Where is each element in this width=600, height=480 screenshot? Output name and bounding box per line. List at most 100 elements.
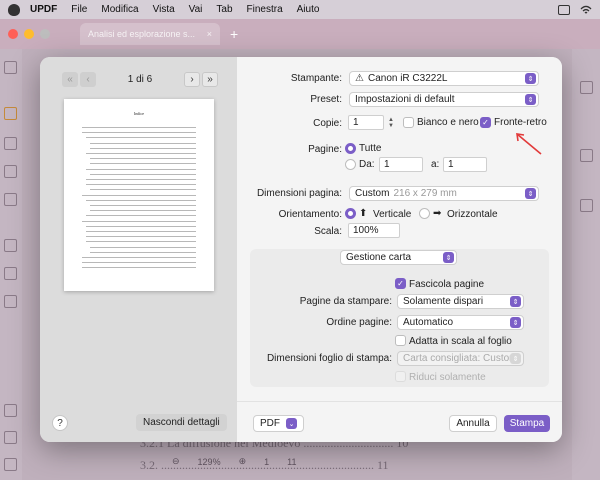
form-icon[interactable] (4, 165, 17, 178)
scale-to-fit-checkbox[interactable] (395, 335, 406, 346)
menu-edit[interactable]: Modifica (101, 4, 138, 15)
layers-icon[interactable] (4, 404, 17, 417)
dest-paper-value: Carta consigliata: Custom (403, 353, 518, 364)
edit-icon[interactable] (4, 137, 17, 150)
protect-icon[interactable] (4, 267, 17, 280)
pages-to-field[interactable]: 1 (443, 157, 487, 172)
preview-pane: « ‹ 1 di 6 › » Indice ? Nascondi dettagl… (40, 57, 237, 442)
help-button[interactable]: ? (52, 415, 68, 431)
menu-help[interactable]: Aiuto (297, 4, 320, 15)
ocr-icon[interactable] (580, 149, 593, 162)
battery-icon[interactable] (558, 4, 570, 15)
menu-view[interactable]: Vista (153, 4, 175, 15)
comment-icon[interactable] (4, 107, 17, 120)
menu-bar: UPDF File Modifica Vista Vai Tab Finestr… (0, 0, 600, 19)
reader-icon[interactable] (4, 61, 17, 74)
organize-icon[interactable] (4, 295, 17, 308)
chevron-updown-icon: ⇕ (525, 94, 536, 105)
new-tab-icon[interactable]: + (230, 26, 238, 42)
landscape-radio[interactable] (419, 208, 430, 219)
pdf-menu-button[interactable]: PDF ⌄ (253, 415, 304, 432)
portrait-icon: ⬆ (359, 208, 368, 219)
bw-checkbox[interactable] (403, 117, 414, 128)
duplex-label: Fronte-retro (494, 117, 547, 128)
search-icon[interactable] (580, 81, 593, 94)
preset-select[interactable]: Impostazioni di default ⇕ (349, 92, 539, 107)
section-select[interactable]: Gestione carta ⇕ (340, 250, 457, 265)
zoom-level[interactable]: 129% (198, 457, 221, 467)
menu-go[interactable]: Vai (189, 4, 203, 15)
page-indicator: 1 di 6 (127, 73, 153, 85)
toc-line (86, 168, 196, 170)
collate-label: Fascicola pagine (409, 279, 485, 290)
chevron-updown-icon: ⇕ (510, 296, 521, 307)
zoom-in-icon[interactable]: ⊕ (239, 456, 247, 467)
pages-icon[interactable] (4, 193, 17, 206)
toc-line (90, 246, 196, 248)
pages-all-radio[interactable] (345, 143, 356, 154)
first-page-button[interactable]: « (62, 71, 78, 87)
current-page[interactable]: 1 (264, 457, 269, 467)
toc-line (90, 163, 196, 165)
pages-from-label: Da: (359, 159, 375, 170)
close-tab-icon[interactable]: × (207, 29, 212, 39)
attachment-icon[interactable] (4, 458, 17, 471)
document-tab[interactable]: Analisi ed esplorazione s... × (80, 23, 220, 45)
portrait-radio[interactable] (345, 208, 356, 219)
printer-select[interactable]: ⚠ Canon iR C3222L ⇕ (349, 71, 539, 86)
zoom-window-button[interactable] (40, 29, 50, 39)
paper-size-select[interactable]: Custom 216 x 279 mm ⇕ (349, 186, 539, 201)
convert-icon[interactable] (4, 239, 17, 252)
toc-line (82, 194, 196, 196)
dest-paper-select[interactable]: Carta consigliata: Custom ⇕ (397, 351, 524, 366)
pages-label: Pagine: (308, 144, 342, 155)
toc-line (82, 267, 196, 269)
window-titlebar: Analisi ed esplorazione s... × + (0, 19, 600, 49)
scale-field[interactable]: 100% (348, 223, 400, 238)
toc-line (86, 225, 196, 227)
bookmark-icon[interactable] (4, 431, 17, 444)
toc-line (82, 220, 196, 222)
paper-size-dims: 216 x 279 mm (393, 188, 457, 199)
next-page-button[interactable]: › (184, 71, 200, 87)
pages-from-field[interactable]: 1 (379, 157, 423, 172)
settings-pane: Stampante: ⚠ Canon iR C3222L ⇕ Preset: I… (237, 57, 562, 442)
reduce-only-checkbox[interactable] (395, 371, 406, 382)
hide-details-button[interactable]: Nascondi dettagli (136, 414, 227, 431)
menu-tab[interactable]: Tab (216, 4, 232, 15)
print-button[interactable]: Stampa (504, 415, 550, 432)
chevron-updown-icon: ⇕ (525, 73, 536, 84)
collate-checkbox[interactable]: ✓ (395, 278, 406, 289)
zoom-out-icon[interactable]: ⊖ (172, 456, 180, 467)
pages-range-radio[interactable] (345, 159, 356, 170)
duplex-checkbox[interactable]: ✓ (480, 117, 491, 128)
cancel-button[interactable]: Annulla (449, 415, 497, 432)
toc-line (86, 179, 196, 180)
apple-icon[interactable] (8, 3, 20, 16)
printer-value: Canon iR C3222L (367, 73, 448, 84)
toc-line (82, 262, 196, 264)
orientation-label: Orientamento: (278, 209, 342, 220)
last-page-button[interactable]: » (202, 71, 218, 87)
pages-to-print-select[interactable]: Solamente dispari ⇕ (397, 294, 524, 309)
wifi-icon[interactable] (580, 5, 592, 15)
document-tab-title: Analisi ed esplorazione s... (88, 29, 196, 39)
toc-line (86, 215, 196, 217)
minimize-window-button[interactable] (24, 29, 34, 39)
close-window-button[interactable] (8, 29, 18, 39)
page-order-label: Ordine pagine: (326, 317, 392, 328)
copies-field[interactable]: 1 (348, 115, 384, 130)
page-order-select[interactable]: Automatico ⇕ (397, 315, 524, 330)
toc-line (82, 127, 196, 128)
menu-window[interactable]: Finestra (247, 4, 283, 15)
toc-line (82, 132, 196, 134)
menu-app-name[interactable]: UPDF (30, 4, 57, 15)
prev-page-button[interactable]: ‹ (80, 71, 96, 87)
toc-line (86, 137, 196, 139)
landscape-label: Orizzontale (447, 209, 498, 220)
copies-stepper[interactable]: ▲ ▼ (386, 115, 396, 130)
menu-file[interactable]: File (71, 4, 87, 15)
chevron-updown-icon: ⇕ (510, 353, 521, 364)
pages-all-label: Tutte (359, 143, 382, 154)
share-icon[interactable] (580, 199, 593, 212)
